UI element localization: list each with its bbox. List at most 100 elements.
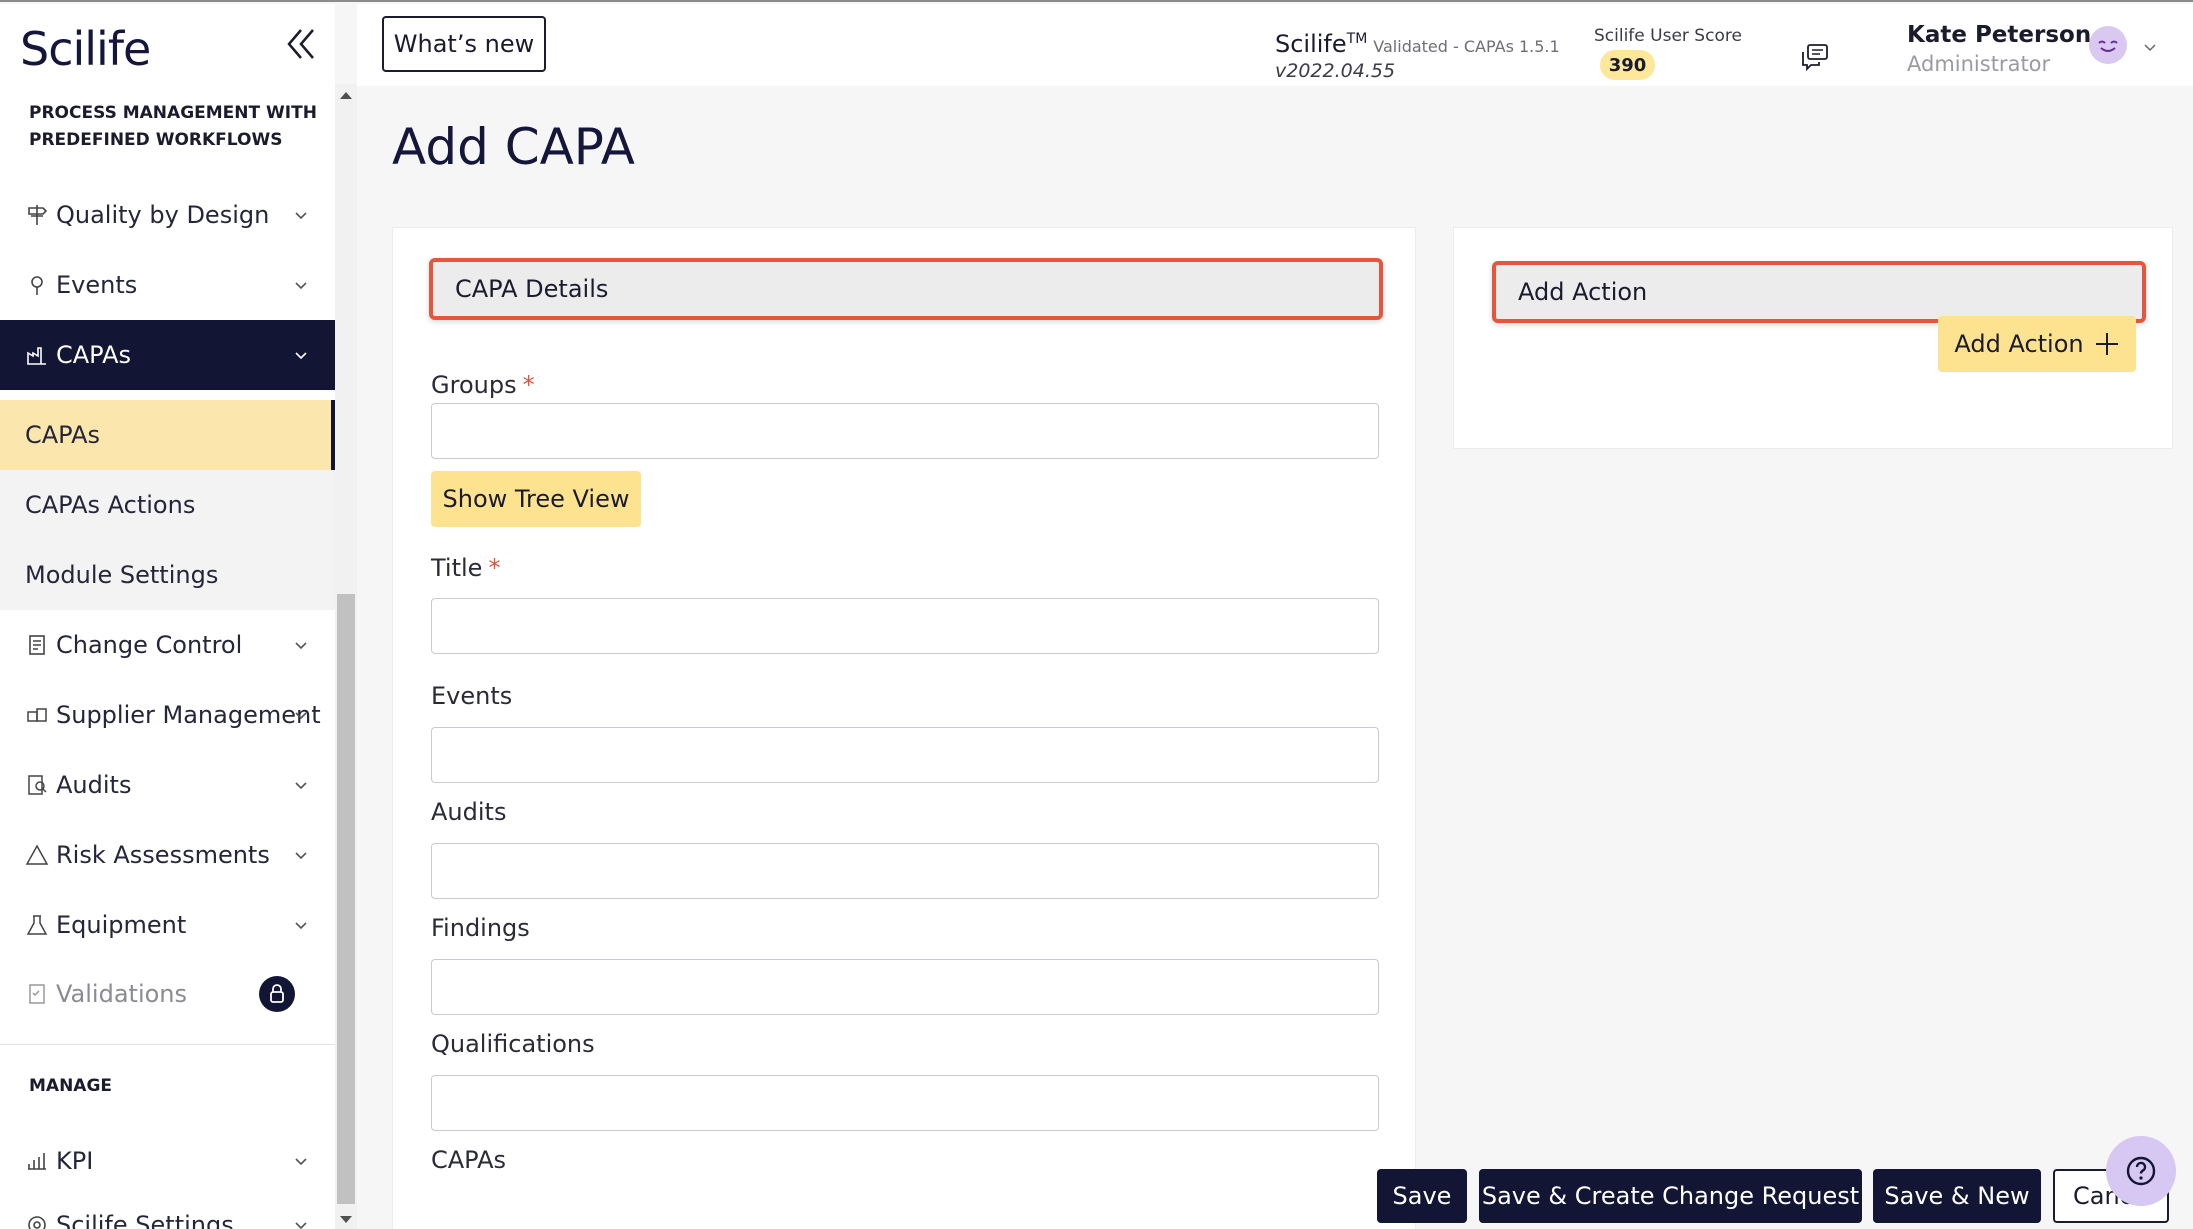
chevron-down-icon [295, 282, 307, 290]
qualifications-label: Qualifications [431, 1030, 595, 1058]
scroll-down-arrow-icon[interactable] [340, 1216, 352, 1223]
sidebar-item-audits[interactable]: Audits [0, 750, 335, 820]
page-title: Add CAPA [392, 118, 635, 176]
sidebar-item-validations[interactable]: Validations [0, 959, 335, 1029]
qualifications-input[interactable] [431, 1075, 1379, 1131]
audit-icon [24, 772, 50, 798]
app-version: v2022.04.55 [1275, 60, 1396, 82]
sidebar-item-label: Equipment [56, 911, 187, 939]
flask-icon [24, 912, 50, 938]
sidebar-item-events[interactable]: Events [0, 250, 335, 320]
findings-label: Findings [431, 914, 530, 942]
save-create-change-request-button[interactable]: Save & Create Change Request [1479, 1169, 1862, 1223]
chevron-down-icon [295, 782, 307, 790]
avatar[interactable] [2089, 26, 2127, 64]
validated-version: Validated - CAPAs 1.5.1 [1373, 37, 1560, 56]
sidebar-item-label: KPI [56, 1147, 94, 1175]
sidebar-item-kpi[interactable]: KPI [0, 1126, 335, 1196]
events-label: Events [431, 682, 513, 710]
add-action-header: Add Action [1492, 261, 2146, 323]
audits-input[interactable] [431, 843, 1379, 899]
chevron-down-icon [295, 212, 307, 220]
sidebar-item-label: Change Control [56, 631, 243, 659]
chevron-down-icon [295, 922, 307, 930]
chat-icon[interactable] [1800, 42, 1830, 72]
checklist-icon [24, 981, 50, 1007]
add-action-button[interactable]: Add Action [1938, 316, 2136, 372]
smiley-icon [2098, 40, 2118, 52]
scilife-logo: Scilife [20, 22, 151, 76]
sidebar-subitem-capas-actions[interactable]: CAPAs Actions [0, 470, 335, 540]
capas-label: CAPAs [431, 1146, 507, 1174]
chevron-down-icon [295, 642, 307, 650]
sidebar-item-label: Risk Assessments [56, 841, 270, 869]
sidebar-item-capas[interactable]: CAPAs [0, 320, 335, 390]
findings-input[interactable] [431, 959, 1379, 1015]
boxes-icon [24, 702, 50, 728]
groups-input[interactable] [431, 403, 1379, 459]
sidebar-scrollbar[interactable] [335, 84, 357, 1229]
sidebar-item-label: CAPAs Actions [25, 491, 196, 519]
add-action-card: Add Action Add Action [1453, 227, 2173, 449]
groups-label: Groups * [431, 371, 535, 399]
sidebar-subitem-capas[interactable]: CAPAs [0, 400, 335, 470]
question-mark-icon [2126, 1156, 2156, 1186]
sidebar-item-label: CAPAs [56, 341, 132, 369]
scroll-up-arrow-icon[interactable] [340, 92, 352, 99]
chevron-down-icon [295, 1158, 307, 1166]
required-mark: * [488, 554, 501, 582]
section-process-management: PROCESS MANAGEMENT WITH PREDEFINED WORKF… [29, 103, 317, 150]
user-score-label: Scilife User Score [1594, 26, 1742, 46]
sidebar-item-change-control[interactable]: Change Control [0, 610, 335, 680]
settings-icon [24, 1212, 50, 1229]
sidebar-item-supplier-management[interactable]: Supplier Management [0, 680, 335, 750]
chevron-down-icon [295, 852, 307, 860]
collapse-sidebar-icon[interactable] [283, 24, 319, 64]
app-name: ScilifeTM Validated - CAPAs 1.5.1 [1275, 30, 1560, 58]
top-header: What’s new ScilifeTM Validated - CAPAs 1.… [357, 4, 2193, 86]
user-name[interactable]: Kate Peterson [1907, 22, 2091, 48]
sidebar-item-label: Audits [56, 771, 132, 799]
chevron-down-icon [295, 1222, 307, 1229]
sidebar-item-scilife-settings[interactable]: Scilife Settings [0, 1190, 335, 1229]
scrollbar-thumb[interactable] [337, 594, 355, 1204]
sidebar-item-label: Validations [56, 980, 188, 1008]
sidebar-item-equipment[interactable]: Equipment [0, 890, 335, 960]
sidebar-item-risk-assessments[interactable]: Risk Assessments [0, 820, 335, 890]
sidebar-item-label: Quality by Design [56, 201, 270, 229]
title-label: Title * [431, 554, 500, 582]
plus-icon [2095, 333, 2118, 355]
chevron-down-icon [295, 712, 307, 720]
save-button[interactable]: Save [1377, 1169, 1467, 1223]
capa-details-card: CAPA Details Groups * Show Tree View Titl… [392, 227, 1416, 1229]
sidebar-item-label: Events [56, 271, 138, 299]
clipboard-icon [24, 632, 50, 658]
sidebar-item-quality-by-design[interactable]: Quality by Design [0, 180, 335, 250]
lock-icon [259, 976, 295, 1012]
chevron-down-icon [295, 352, 307, 360]
sidebar-item-label: Module Settings [25, 561, 219, 589]
events-input[interactable] [431, 727, 1379, 783]
required-mark: * [522, 371, 535, 399]
factory-icon [24, 342, 50, 368]
save-and-new-button[interactable]: Save & New [1873, 1169, 2041, 1223]
user-role: Administrator [1907, 52, 2051, 76]
signpost-icon [24, 202, 50, 228]
warning-icon [24, 842, 50, 868]
sidebar-subitem-module-settings[interactable]: Module Settings [0, 540, 335, 610]
sidebar-item-label: Scilife Settings [56, 1211, 234, 1229]
pin-icon [24, 272, 50, 298]
whats-new-button[interactable]: What’s new [382, 16, 546, 72]
sidebar-divider [0, 1044, 335, 1045]
show-tree-view-button[interactable]: Show Tree View [431, 471, 641, 527]
chevron-down-icon[interactable] [2143, 40, 2157, 54]
chart-icon [24, 1148, 50, 1174]
user-score-badge: 390 [1600, 50, 1655, 80]
sidebar: Scilife PROCESS MANAGEMENT WITH PREDEFIN… [0, 4, 335, 1229]
groups-label-text: Groups [431, 371, 517, 399]
help-button[interactable] [2106, 1136, 2176, 1206]
app-name-text: Scilife [1275, 30, 1347, 58]
sidebar-item-label: Supplier Management [56, 701, 321, 729]
title-input[interactable] [431, 598, 1379, 654]
capa-details-header: CAPA Details [429, 258, 1383, 320]
